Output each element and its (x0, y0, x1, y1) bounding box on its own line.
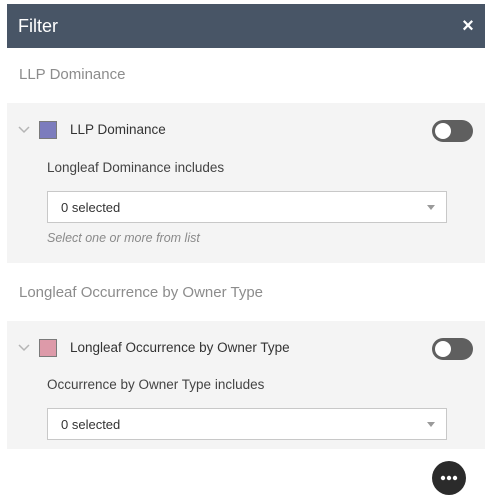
more-options-icon (440, 475, 458, 481)
chevron-down-icon[interactable] (17, 340, 31, 354)
values-select-llp-dominance[interactable]: 0 selected (47, 191, 447, 223)
select-hint: Select one or more from list (47, 231, 200, 245)
dropdown-caret-icon (427, 422, 435, 427)
layer-label-owner-type: Longleaf Occurrence by Owner Type (70, 340, 290, 355)
section-title-llp-dominance: LLP Dominance (19, 66, 126, 83)
select-value: 0 selected (61, 200, 121, 215)
filter-group-llp-dominance: LLP Dominance Longleaf Dominance include… (7, 103, 485, 263)
more-options-button[interactable] (432, 461, 466, 495)
toggle-knob (435, 341, 451, 357)
layer-toggle-owner-type[interactable] (432, 338, 473, 360)
filter-condition-label: Occurrence by Owner Type includes (47, 377, 265, 392)
filter-panel: Filter × LLP Dominance LLP Dominance Lon… (0, 0, 485, 503)
chevron-down-icon[interactable] (17, 122, 31, 136)
panel-title: Filter (18, 16, 58, 36)
panel-header: Filter × (7, 4, 485, 48)
section-title-owner-type: Longleaf Occurrence by Owner Type (19, 284, 264, 301)
select-value: 0 selected (61, 417, 121, 432)
toggle-knob (435, 123, 451, 139)
close-icon[interactable]: × (457, 15, 479, 37)
layer-toggle-llp-dominance[interactable] (432, 120, 473, 142)
values-select-owner-type[interactable]: 0 selected (47, 408, 447, 440)
layer-label-llp-dominance: LLP Dominance (70, 122, 166, 137)
layer-color-swatch (39, 339, 57, 357)
filter-group-owner-type: Longleaf Occurrence by Owner Type Occurr… (7, 321, 485, 449)
filter-condition-label: Longleaf Dominance includes (47, 160, 225, 175)
dropdown-caret-icon (427, 205, 435, 210)
layer-color-swatch (39, 121, 57, 139)
